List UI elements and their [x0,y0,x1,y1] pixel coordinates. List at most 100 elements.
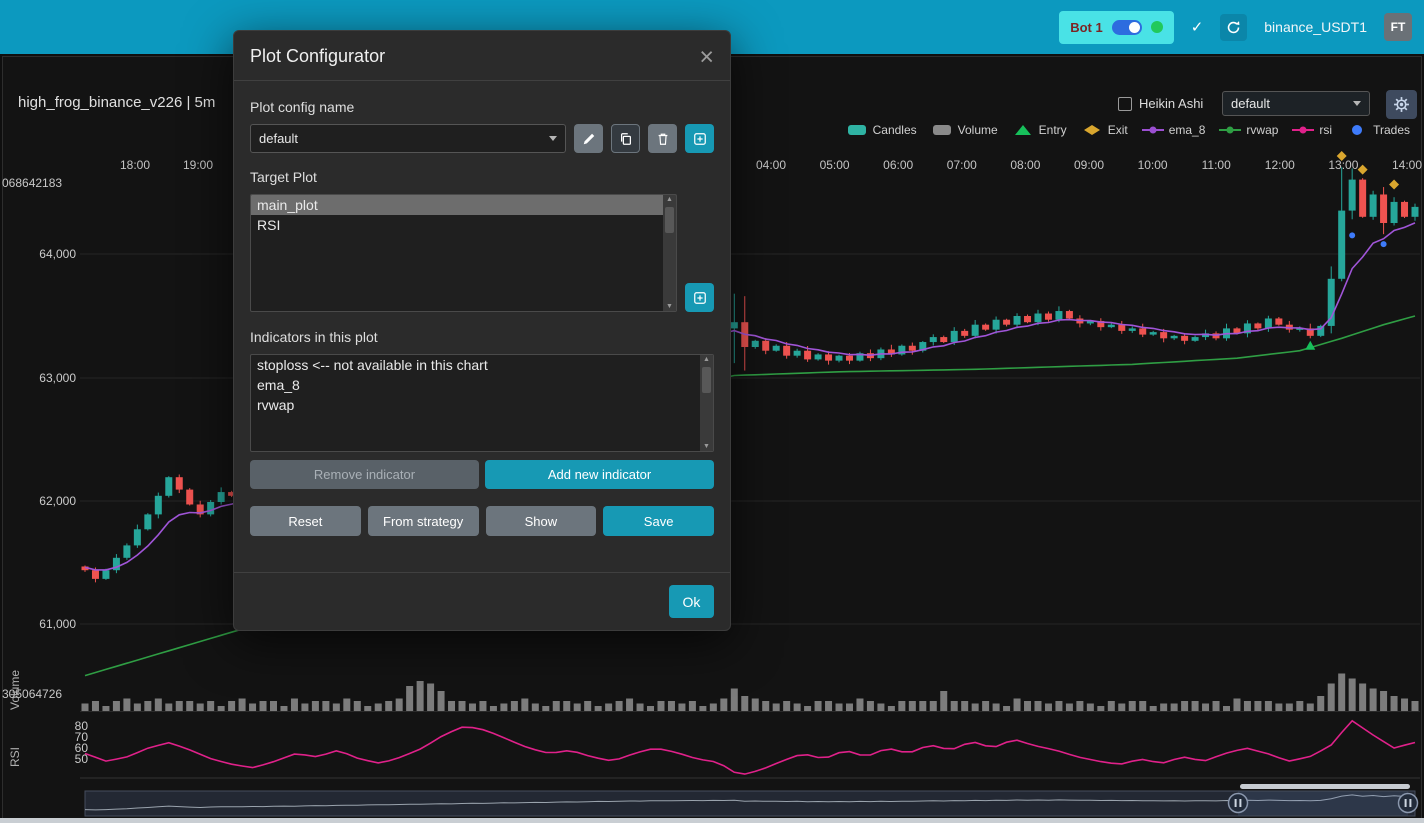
target-plot-listbox[interactable]: main_plotRSI ▲ ▼ [250,194,677,312]
legend-item-volume[interactable]: Volume [931,123,998,137]
trash-icon [656,132,670,146]
edit-config-button[interactable] [574,124,603,153]
entry-marker [1305,341,1315,350]
legend-marker-icon [1292,124,1314,136]
heikin-ashi-label: Heikin Ashi [1139,96,1203,111]
scroll-thumb[interactable] [702,367,711,393]
reset-button[interactable]: Reset [250,506,361,536]
plot-config-select[interactable]: default [250,124,566,153]
legend-item-entry[interactable]: Entry [1012,123,1067,137]
ok-button[interactable]: Ok [669,585,714,618]
scroll-up-icon[interactable]: ▲ [666,196,673,203]
from-strategy-button[interactable]: From strategy [368,506,479,536]
chevron-down-icon [549,136,557,141]
time-axis-tick: 07:00 [939,158,985,172]
plot-config-top-select-value: default [1231,96,1270,111]
plus-square-icon [693,132,707,146]
list-item[interactable]: rvwap [251,395,713,415]
bot-toggle[interactable] [1112,20,1142,35]
time-axis-tick: 11:00 [1193,158,1239,172]
time-axis-tick: 18:00 [112,158,158,172]
scroll-up-icon[interactable]: ▲ [703,356,710,363]
legend-item-candles[interactable]: Candles [846,123,917,137]
trade-marker [1349,232,1355,238]
legend-item-label: Trades [1373,123,1410,137]
bot-name-label: Bot 1 [1070,20,1103,35]
legend-item-label: Exit [1108,123,1128,137]
close-icon[interactable]: × [699,48,714,66]
copy-icon [619,132,633,146]
time-axis-tick: 06:00 [875,158,921,172]
modal-title: Plot Configurator [250,46,385,67]
datazoom-window[interactable] [1238,792,1408,816]
legend-item-ema_8[interactable]: ema_8 [1142,123,1206,137]
listbox-scrollbar[interactable]: ▲ ▼ [700,355,713,451]
horizontal-scrollbar[interactable] [1240,784,1410,789]
bot-online-dot [1151,21,1163,33]
price-axis-tick: 61,000 [8,617,76,631]
chart-legend: Candles Volume Entry Exit ema_8 rvwap rsi Trade… [846,123,1410,137]
volume-axis-title: Volume [8,648,22,710]
legend-item-exit[interactable]: Exit [1081,123,1128,137]
time-axis-tick: 10:00 [1130,158,1176,172]
datazoom-left-handle[interactable] [1229,794,1248,813]
gear-icon [1393,96,1410,113]
legend-item-trades[interactable]: Trades [1346,123,1410,137]
plot-settings-button[interactable] [1386,90,1417,119]
legend-item-label: Entry [1039,123,1067,137]
legend-item-rsi[interactable]: rsi [1292,123,1332,137]
modal-footer: Ok [234,572,730,630]
scroll-thumb[interactable] [665,207,674,233]
add-new-indicator-button[interactable]: Add new indicator [485,460,714,489]
time-axis-tick: 12:00 [1257,158,1303,172]
legend-marker-icon [1012,124,1034,136]
plot-config-top-select[interactable]: default [1222,91,1370,116]
profile-button[interactable]: FT [1384,13,1412,41]
time-axis-tick: 09:00 [1066,158,1112,172]
plot-config-select-value: default [259,131,298,146]
datazoom-strip[interactable] [85,791,1415,816]
legend-marker-icon [1219,124,1241,136]
legend-item-label: Candles [873,123,917,137]
legend-item-rvwap[interactable]: rvwap [1219,123,1278,137]
listbox-scrollbar[interactable]: ▲ ▼ [663,195,676,311]
save-button[interactable]: Save [603,506,714,536]
add-plot-button[interactable] [685,283,714,312]
price-axis-tick: 64,000 [8,247,76,261]
chevron-down-icon [1353,101,1361,106]
y-axis-overlap-label: 068642183 [2,176,62,190]
list-item[interactable]: stoploss <-- not available in this chart [251,355,713,375]
indicators-listbox[interactable]: stoploss <-- not available in this chart… [250,354,714,452]
indicators-label: Indicators in this plot [250,329,714,345]
copy-config-button[interactable] [611,124,640,153]
price-axis-tick: 63,000 [8,371,76,385]
list-item[interactable]: main_plot [251,195,676,215]
pencil-icon [582,132,596,146]
pair-label: binance_USDT1 [1264,19,1367,35]
sync-check-icon: ✓ [1191,18,1204,36]
legend-marker-icon [846,124,868,136]
show-button[interactable]: Show [486,506,597,536]
exit-marker [1389,180,1399,190]
legend-item-label: Volume [958,123,998,137]
delete-config-button[interactable] [648,124,677,153]
list-item[interactable]: RSI [251,215,676,235]
legend-item-label: rsi [1319,123,1332,137]
list-item[interactable]: ema_8 [251,375,713,395]
add-config-button[interactable] [685,124,714,153]
datazoom-right-handle[interactable] [1399,794,1418,813]
refresh-button[interactable] [1220,14,1247,41]
scroll-down-icon[interactable]: ▼ [666,303,673,310]
time-axis-tick: 19:00 [175,158,221,172]
bottom-scrollbar[interactable] [0,818,1424,823]
bot-selector[interactable]: Bot 1 [1059,11,1174,44]
plot-config-name-label: Plot config name [250,99,714,115]
legend-marker-icon [1142,124,1164,136]
price-axis-tick: 62,000 [8,494,76,508]
plus-square-icon [693,291,707,305]
time-axis-tick: 05:00 [812,158,858,172]
refresh-icon [1226,20,1241,35]
remove-indicator-button[interactable]: Remove indicator [250,460,479,489]
scroll-down-icon[interactable]: ▼ [703,443,710,450]
heikin-ashi-checkbox[interactable] [1118,97,1132,111]
